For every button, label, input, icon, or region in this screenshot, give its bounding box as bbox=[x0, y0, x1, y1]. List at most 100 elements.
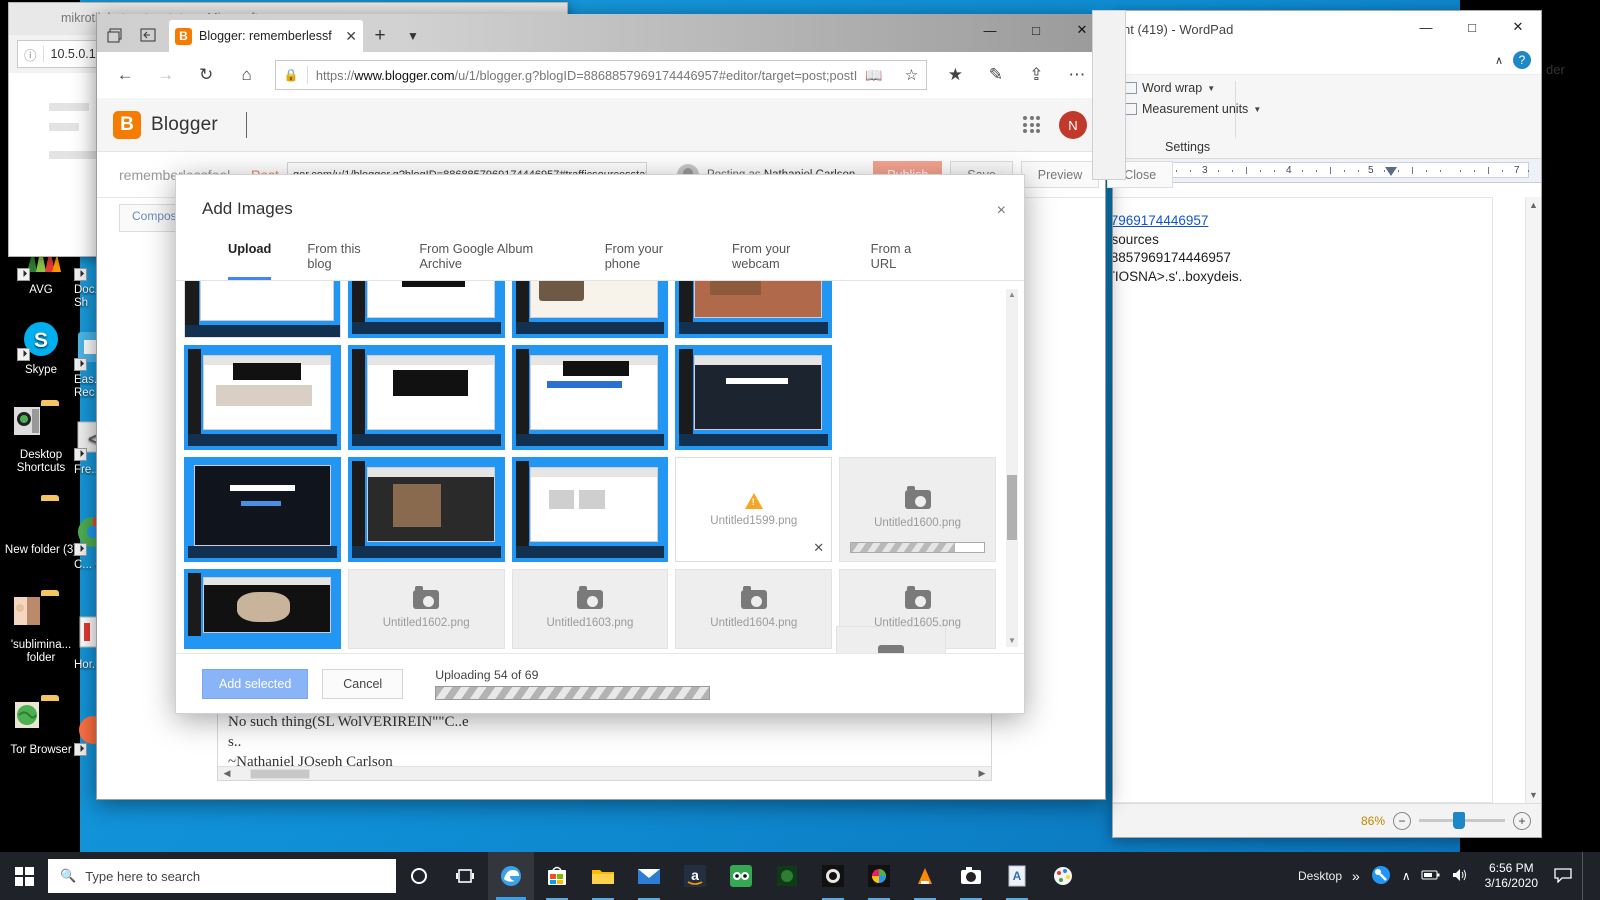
camera-icon[interactable] bbox=[948, 852, 994, 900]
wordpad-document-area[interactable]: /blogger.g?blogID=8868857969174446957 re… bbox=[1113, 197, 1541, 803]
dialog-vertical-scrollbar[interactable]: ▲ ▼ bbox=[1006, 289, 1018, 647]
app-dark-icon[interactable] bbox=[810, 852, 856, 900]
close-icon[interactable]: × bbox=[997, 203, 1006, 219]
tab-from-a-url[interactable]: From a URL bbox=[871, 241, 954, 280]
wordpad-word-wrap-menu[interactable]: Word wrap ▼ bbox=[1123, 81, 1531, 95]
browser-tab-blogger[interactable]: B Blogger: rememberlessf ✕ bbox=[169, 20, 363, 52]
share-icon[interactable]: ⇪ bbox=[1018, 58, 1054, 92]
wordpad-close-button[interactable]: ✕ bbox=[1495, 11, 1541, 43]
remove-upload-icon[interactable]: ✕ bbox=[813, 540, 824, 556]
thumbnail-item[interactable] bbox=[512, 281, 669, 338]
mail-icon[interactable] bbox=[626, 852, 672, 900]
show-desktop-button[interactable] bbox=[1582, 852, 1594, 900]
post-body-editor[interactable]: No such thing(SL WolVERIREIN""C..e s.. ~… bbox=[217, 704, 992, 781]
tab-from-this-blog[interactable]: From this blog bbox=[307, 241, 401, 280]
desktop-icon-tor-browser[interactable]: Tor Browser bbox=[2, 700, 80, 757]
preview-button[interactable]: Preview bbox=[1021, 161, 1099, 188]
scroll-up-icon[interactable]: ▲ bbox=[1006, 289, 1018, 301]
home-icon[interactable]: ⌂ bbox=[228, 58, 264, 92]
thumbnail-item[interactable] bbox=[184, 345, 341, 450]
thumbnail-upload-failed[interactable]: Untitled1599.png ✕ bbox=[675, 457, 832, 562]
tripadvisor-icon[interactable] bbox=[718, 852, 764, 900]
address-bar[interactable]: 🔒 https://www.blogger.com/u/1/blogger.g?… bbox=[275, 60, 927, 90]
thumbnail-item[interactable] bbox=[348, 281, 505, 338]
favorite-star-icon[interactable]: ☆ bbox=[905, 66, 918, 84]
add-selected-button[interactable]: Add selected bbox=[202, 669, 308, 699]
battery-icon[interactable] bbox=[1421, 869, 1441, 884]
search-input[interactable]: 🔍 Type here to search bbox=[48, 859, 396, 893]
start-button[interactable] bbox=[0, 852, 48, 900]
wordpad-minimize-button[interactable]: — bbox=[1403, 11, 1449, 43]
post-body-horizontal-scrollbar[interactable]: ◀ ▶ bbox=[218, 766, 991, 780]
cortana-icon[interactable] bbox=[396, 852, 442, 900]
app-green-icon[interactable] bbox=[764, 852, 810, 900]
wordpad-page[interactable]: /blogger.g?blogID=8868857969174446957 re… bbox=[1113, 197, 1493, 803]
edge-minimize-button[interactable]: — bbox=[967, 14, 1013, 46]
paint-icon[interactable] bbox=[1040, 852, 1086, 900]
wordpad-link[interactable]: /blogger.g?blogID=8868857969174446957 bbox=[1113, 213, 1208, 228]
thumbnail-item[interactable] bbox=[184, 281, 341, 338]
thumbnail-item[interactable] bbox=[512, 457, 669, 562]
thumbnail-item[interactable] bbox=[184, 457, 341, 562]
reading-view-icon[interactable]: 📖 bbox=[865, 67, 882, 84]
amazon-icon[interactable]: a bbox=[672, 852, 718, 900]
zoom-slider-thumb[interactable] bbox=[1453, 812, 1465, 829]
tab-upload[interactable]: Upload bbox=[228, 241, 289, 280]
zoom-in-button[interactable]: + bbox=[1513, 812, 1531, 830]
wordpad-ruler[interactable]: 2 3 4 5 7 bbox=[1113, 159, 1541, 183]
new-tab-button[interactable]: + bbox=[363, 20, 397, 52]
thumbnail-uploading[interactable]: Untitled1600.png bbox=[839, 457, 996, 562]
desktop-icon-subliminal-folder[interactable]: 'sublimina... folder bbox=[2, 595, 80, 665]
cancel-button[interactable]: Cancel bbox=[322, 669, 403, 699]
edge-icon[interactable] bbox=[488, 852, 534, 900]
network-icon[interactable] bbox=[1370, 864, 1392, 889]
desktop-icon-desktop-shortcuts[interactable]: Desktop Shortcuts bbox=[2, 405, 80, 475]
wordpad-window[interactable]: nt (419) - WordPad — □ ✕ ∧ ? Word wrap ▼… bbox=[1112, 10, 1542, 838]
back-icon[interactable]: ← bbox=[107, 58, 143, 92]
volume-icon[interactable] bbox=[1451, 867, 1469, 886]
thumbnail-item[interactable] bbox=[184, 569, 341, 649]
thumbnail-item[interactable] bbox=[348, 457, 505, 562]
scroll-up-icon[interactable]: ▲ bbox=[1526, 197, 1541, 213]
thumbnail-item[interactable] bbox=[675, 281, 832, 338]
scroll-left-icon[interactable]: ◀ bbox=[220, 768, 234, 779]
thumbnail-placeholder[interactable]: Untitled1604.png bbox=[675, 569, 832, 649]
scrollbar-thumb[interactable] bbox=[1007, 475, 1017, 539]
wordpad-indent-marker[interactable] bbox=[1385, 167, 1397, 176]
set-aside-tabs-icon[interactable] bbox=[131, 18, 165, 52]
zoom-slider[interactable] bbox=[1419, 819, 1505, 822]
desktop-icon-skype[interactable]: S Skype bbox=[2, 320, 80, 377]
colorwheel-icon[interactable] bbox=[856, 852, 902, 900]
file-explorer-icon[interactable] bbox=[580, 852, 626, 900]
vlc-icon[interactable] bbox=[902, 852, 948, 900]
clock[interactable]: 6:56 PM 3/16/2020 bbox=[1479, 861, 1544, 891]
zoom-out-button[interactable]: − bbox=[1393, 812, 1411, 830]
chevron-up-icon[interactable]: ∧ bbox=[1402, 869, 1411, 883]
tab-dropdown-icon[interactable]: ▼ bbox=[397, 20, 429, 52]
favorites-hub-icon[interactable]: ★ bbox=[937, 58, 973, 92]
tab-from-your-webcam[interactable]: From your webcam bbox=[732, 241, 853, 280]
add-images-dialog[interactable]: Add Images × Upload From this blog From … bbox=[175, 174, 1025, 714]
close-tab-icon[interactable]: ✕ bbox=[345, 28, 357, 45]
wordpad-collapse-ribbon-icon[interactable]: ∧ bbox=[1495, 54, 1503, 67]
google-apps-icon[interactable] bbox=[1023, 116, 1041, 134]
scrollbar-thumb[interactable] bbox=[250, 769, 310, 779]
desktop-peek-label[interactable]: Desktop bbox=[1298, 869, 1342, 883]
thumbnail-placeholder[interactable]: Untitled1602.png bbox=[348, 569, 505, 649]
wordpad-measurement-units-menu[interactable]: Measurement units ▼ bbox=[1123, 102, 1531, 116]
refresh-icon[interactable]: ↻ bbox=[188, 58, 224, 92]
wordpad-help-icon[interactable]: ? bbox=[1513, 51, 1531, 69]
task-view-icon[interactable] bbox=[442, 852, 488, 900]
scroll-down-icon[interactable]: ▼ bbox=[1526, 787, 1541, 803]
text-app-icon[interactable]: A bbox=[994, 852, 1040, 900]
thumbnail-placeholder[interactable]: Untitled1606.png bbox=[836, 626, 946, 653]
action-center-icon[interactable] bbox=[1554, 867, 1572, 886]
microsoft-store-icon[interactable] bbox=[534, 852, 580, 900]
wordpad-vertical-scrollbar[interactable]: ▲ ▼ bbox=[1525, 197, 1541, 803]
thumbnail-item[interactable] bbox=[675, 345, 832, 450]
notes-pen-icon[interactable]: ✎ bbox=[978, 58, 1014, 92]
tab-preview-icon[interactable] bbox=[97, 18, 131, 52]
more-options-icon[interactable]: ⋯ bbox=[1059, 58, 1095, 92]
wordpad-maximize-button[interactable]: □ bbox=[1449, 11, 1495, 43]
tab-from-your-phone[interactable]: From your phone bbox=[605, 241, 714, 280]
